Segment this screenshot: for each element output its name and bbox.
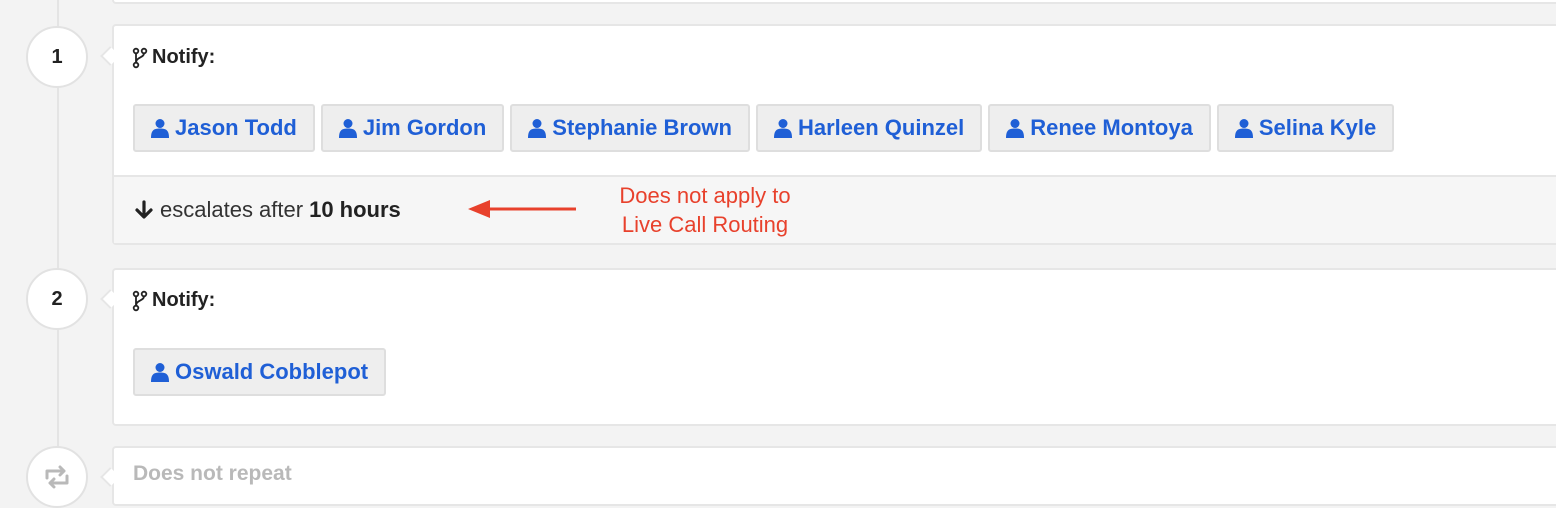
annotation-arrow bbox=[468, 200, 576, 218]
user-icon bbox=[773, 119, 792, 138]
escalation-delay: escalates after 10 hours bbox=[114, 175, 1556, 243]
previous-card bbox=[112, 0, 1556, 4]
user-chip-selina-kyle[interactable]: Selina Kyle bbox=[1216, 104, 1395, 152]
user-name: Selina Kyle bbox=[1258, 115, 1377, 140]
repeat-text: Does not repeat bbox=[133, 462, 292, 485]
notify-header: Notify: bbox=[132, 289, 215, 312]
user-icon bbox=[528, 119, 547, 138]
user-icon bbox=[151, 119, 169, 138]
user-chip-jim-gordon[interactable]: Jim Gordon bbox=[320, 104, 505, 152]
notify-label: Notify: bbox=[152, 289, 216, 311]
user-name: Oswald Cobblepot bbox=[175, 359, 369, 384]
repeat-circle bbox=[26, 446, 88, 508]
user-chip-renee-montoya[interactable]: Renee Montoya bbox=[988, 104, 1211, 152]
user-icon bbox=[151, 363, 169, 382]
repeat-card: Does not repeat bbox=[112, 446, 1556, 506]
user-name: Jim Gordon bbox=[362, 115, 487, 140]
notify-targets: Oswald Cobblepot bbox=[133, 348, 387, 396]
user-chip-harleen-quinzel[interactable]: Harleen Quinzel bbox=[755, 104, 983, 152]
escalation-value: 10 hours bbox=[309, 197, 401, 222]
user-chip-oswald-cobblepot[interactable]: Oswald Cobblepot bbox=[133, 348, 387, 396]
escalation-prefix: escalates after bbox=[160, 197, 304, 222]
branch-icon bbox=[132, 290, 148, 311]
repeat-icon bbox=[45, 465, 69, 489]
user-chip-stephanie-brown[interactable]: Stephanie Brown bbox=[510, 104, 750, 152]
user-name: Jason Todd bbox=[175, 115, 297, 140]
user-name: Renee Montoya bbox=[1030, 115, 1193, 140]
annotation-note: Does not apply to Live Call Routing bbox=[590, 181, 820, 239]
arrow-down-icon bbox=[135, 200, 153, 219]
notify-header: Notify: bbox=[132, 46, 215, 69]
annotation-line-1: Does not apply to bbox=[619, 183, 791, 208]
notify-targets: Jason Todd Jim Gordon Stephanie Brown Ha… bbox=[133, 104, 1395, 152]
user-chip-jason-todd[interactable]: Jason Todd bbox=[133, 104, 315, 152]
escalation-level-1: Notify: Jason Todd Jim Gordon Stephanie … bbox=[112, 24, 1556, 245]
user-icon bbox=[1006, 119, 1025, 138]
user-name: Harleen Quinzel bbox=[797, 115, 965, 140]
level-number-2: 2 bbox=[26, 268, 88, 330]
escalation-level-2: Notify: Oswald Cobblepot bbox=[112, 268, 1556, 426]
level-number-1: 1 bbox=[26, 26, 88, 88]
user-name: Stephanie Brown bbox=[552, 115, 732, 140]
user-icon bbox=[1234, 119, 1253, 138]
notify-label: Notify: bbox=[152, 46, 216, 68]
branch-icon bbox=[132, 47, 148, 68]
user-icon bbox=[338, 119, 357, 138]
annotation-line-2: Live Call Routing bbox=[621, 212, 789, 237]
